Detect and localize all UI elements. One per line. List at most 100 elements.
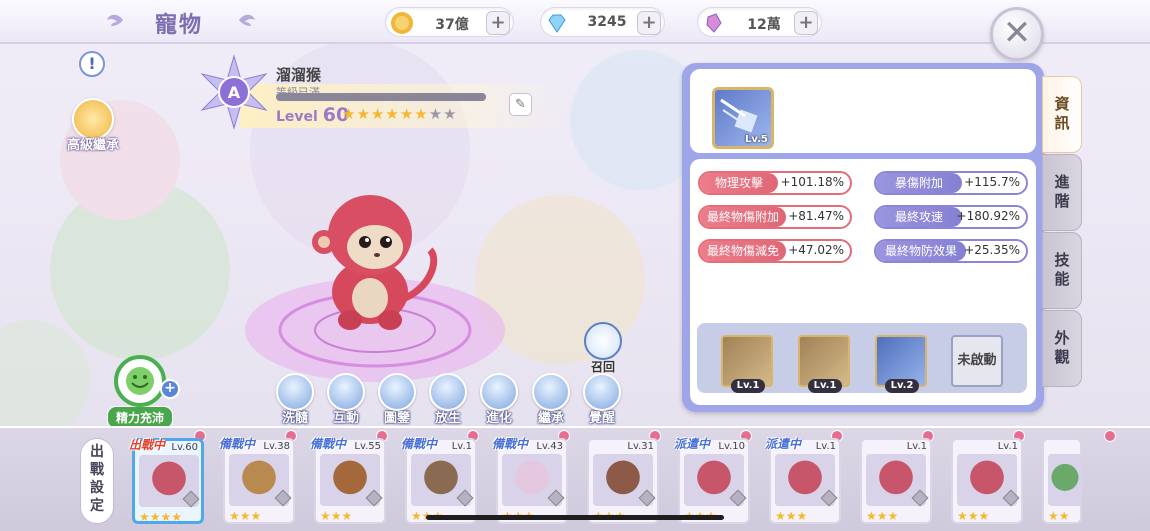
action-inherit-button[interactable]: 繼承 xyxy=(529,373,573,426)
coin-icon xyxy=(391,12,413,34)
heart-icon xyxy=(327,373,365,411)
pet-name: 溜溜猴 xyxy=(276,66,322,84)
stat-item: 最終攻速 +180.92% xyxy=(874,205,1028,229)
skill-level: Lv.1 xyxy=(731,379,765,393)
pet-card[interactable]: Lv.1 ★★★ xyxy=(860,438,932,524)
recall-button[interactable]: 召回 xyxy=(583,322,623,375)
fish-icon xyxy=(429,373,467,411)
deploy-label: 出戰設定 xyxy=(90,444,104,514)
book-icon xyxy=(378,373,416,411)
tab-skills[interactable]: 技能 xyxy=(1042,232,1082,309)
pet-portrait xyxy=(1048,454,1082,506)
pet-card-stars: ★★★★ xyxy=(139,510,183,524)
rank-letter: A xyxy=(228,83,241,102)
pet-card[interactable]: ★★ xyxy=(1042,438,1082,524)
wing-right-icon xyxy=(239,14,255,26)
add-crystal-button[interactable]: + xyxy=(794,11,818,35)
page-title: 寵物 xyxy=(155,13,204,38)
tab-appearance[interactable]: 外觀 xyxy=(1042,310,1082,387)
advanced-inherit-button[interactable]: 高級繼承 xyxy=(60,98,126,153)
stat-value: +180.92% xyxy=(956,209,1020,223)
stat-value: +25.35% xyxy=(964,243,1020,257)
pet-level: Level 60 xyxy=(276,104,349,126)
stat-name: 最終物防效果 xyxy=(876,241,966,261)
stat-item: 最終物防效果 +25.35% xyxy=(874,239,1028,263)
action-evolve-button[interactable]: 進化 xyxy=(477,373,521,426)
pet-status-tag: 派遣中 xyxy=(674,437,711,451)
skill-slot-locked[interactable]: 未啟動 xyxy=(951,335,1003,387)
pet-card[interactable]: Lv.60 出戰中 ★★★★ xyxy=(129,438,204,524)
stat-item: 物理攻擊 +101.18% xyxy=(698,171,852,195)
pet-status-tag: 備戰中 xyxy=(401,437,438,451)
skill-slot-3[interactable]: Lv.2 xyxy=(875,335,927,393)
diamond-value: 3245 xyxy=(587,14,627,30)
star-icon: ★ xyxy=(399,105,415,123)
pet-status-tag: 出戰中 xyxy=(129,438,166,452)
star-icon: ★ xyxy=(342,105,357,123)
pet-card-level: Lv.1 xyxy=(451,441,472,452)
star-icon: ★ xyxy=(356,105,371,123)
close-button[interactable]: ✕ xyxy=(990,7,1044,61)
pet-card[interactable]: Lv.31★★★ xyxy=(587,438,659,524)
gold-value: 37億 xyxy=(435,17,469,33)
smiley-icon xyxy=(114,355,166,407)
edit-name-button[interactable]: ✎ xyxy=(509,93,532,116)
pet-card[interactable]: Lv.38 備戰中 ★★★ xyxy=(219,437,295,524)
skill-slot-1[interactable]: Lv.1 xyxy=(721,335,773,393)
pet-card[interactable]: Lv.43備戰中★★★ xyxy=(492,437,568,524)
action-wash-button[interactable]: 洗髓 xyxy=(273,373,317,426)
pet-status-tag: 備戰中 xyxy=(492,437,529,451)
tab-info[interactable]: 資訊 xyxy=(1042,76,1082,153)
skill-header: Lv.5 xyxy=(690,69,1036,153)
skill-level: Lv.2 xyxy=(885,379,919,393)
deploy-settings-button[interactable]: 出戰設定 xyxy=(80,438,114,524)
main-skill-icon[interactable]: Lv.5 xyxy=(712,87,774,149)
passive-skill-row: Lv.1 Lv.1 Lv.2 未啟動 xyxy=(697,323,1027,393)
stat-item: 暴傷附加 +115.7% xyxy=(874,171,1028,195)
stat-value: +81.47% xyxy=(788,209,844,223)
crystal-resource: 12萬 + xyxy=(697,7,822,37)
crystal-icon xyxy=(480,373,518,411)
action-interact-button[interactable]: 互動 xyxy=(324,373,368,426)
action-handbook-button[interactable]: 圖鑒 xyxy=(375,373,419,426)
notify-pin-icon xyxy=(1104,430,1116,442)
gold-resource: 37億 + xyxy=(385,7,514,37)
home-indicator xyxy=(426,515,724,520)
pet-card-stars: ★★★ xyxy=(775,509,808,523)
gear-icon xyxy=(583,373,621,411)
info-icon[interactable]: ! xyxy=(79,51,105,77)
pet-stars: ★★★★★★★★ xyxy=(342,105,458,123)
star-icon: ★ xyxy=(428,105,444,123)
action-release-button[interactable]: 放生 xyxy=(426,373,470,426)
stat-name: 暴傷附加 xyxy=(876,173,962,193)
pet-status-tag: 派遣中 xyxy=(765,437,802,451)
pet-card-level: Lv.1 xyxy=(997,441,1018,452)
tab-label: 外觀 xyxy=(1054,329,1070,366)
pet-status-tag: 備戰中 xyxy=(310,437,347,451)
pet-card-level: Lv.31 xyxy=(627,441,654,452)
pet-card[interactable]: Lv.55 備戰中 ★★★ xyxy=(310,437,386,524)
pet-card[interactable]: Lv.10派遣中★★★ xyxy=(674,437,750,524)
pet-card-level: Lv.1 xyxy=(815,441,836,452)
diamond-icon xyxy=(548,14,566,33)
pet-card[interactable]: Lv.1 派遣中 ★★★ xyxy=(765,437,841,524)
bubble-icon xyxy=(276,373,314,411)
pet-card[interactable]: Lv.1 ★★★ xyxy=(951,438,1023,524)
pet-card[interactable]: Lv.1備戰中★★★ xyxy=(401,437,477,524)
energy-add-button[interactable]: + xyxy=(160,379,180,399)
pet-card-level: Lv.55 xyxy=(354,441,381,452)
add-diamond-button[interactable]: + xyxy=(637,11,661,35)
main-skill-level: Lv.5 xyxy=(745,134,768,145)
skill-slot-2[interactable]: Lv.1 xyxy=(798,335,850,393)
add-gold-button[interactable]: + xyxy=(486,11,510,35)
pet-model xyxy=(245,195,505,382)
pet-card-level: Lv.60 xyxy=(171,442,198,453)
pet-level-status: 等級已滿 xyxy=(276,86,320,99)
tab-advance[interactable]: 進階 xyxy=(1042,154,1082,231)
action-awaken-button[interactable]: 覺醒 xyxy=(580,373,624,426)
stat-name: 最終物傷減免 xyxy=(700,241,786,261)
stat-value: +115.7% xyxy=(964,175,1020,189)
energy-status[interactable]: + 精力充沛 xyxy=(100,355,180,429)
dna-icon xyxy=(532,373,570,411)
star-icon: ★ xyxy=(385,105,400,123)
